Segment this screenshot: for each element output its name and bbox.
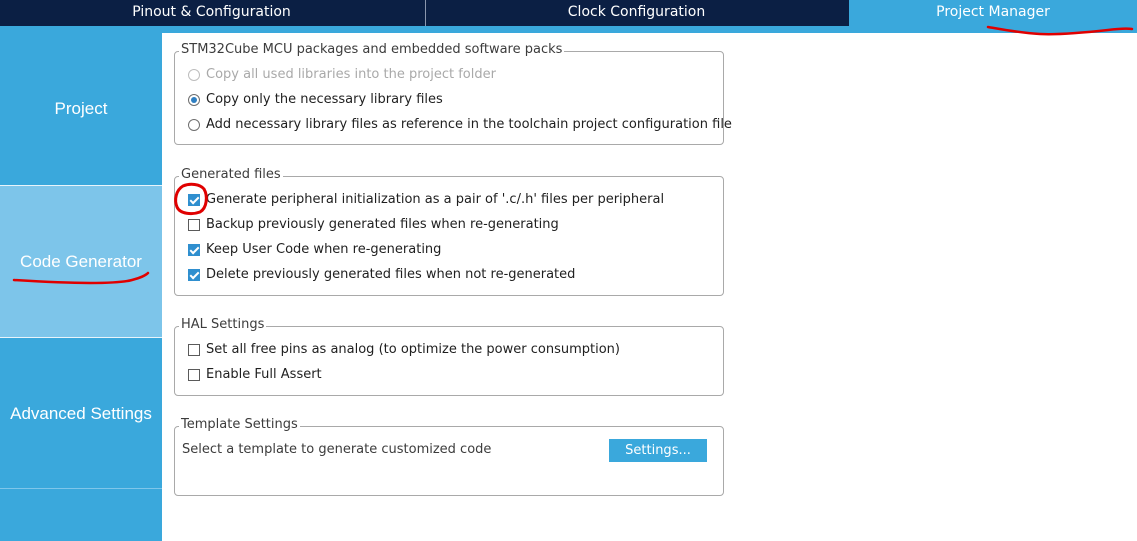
sidebar-item-label: Code Generator xyxy=(20,251,142,271)
sidebar-item-advanced-settings[interactable]: Advanced Settings xyxy=(0,339,162,489)
sidebar-item-project[interactable]: Project xyxy=(0,33,162,184)
tab-bar: Pinout & Configuration Clock Configurati… xyxy=(0,0,1137,26)
tab-project-manager[interactable]: Project Manager xyxy=(849,0,1137,26)
hal-settings-group-title: HAL Settings xyxy=(179,317,267,333)
radio-label: Copy only the necessary library files xyxy=(206,92,443,107)
radio-indicator[interactable] xyxy=(188,94,200,106)
tab-clock-configuration[interactable]: Clock Configuration xyxy=(425,0,847,26)
hal-settings-group: HAL Settings Set all free pins as analog… xyxy=(174,317,724,396)
copy-necessary-libraries-radio[interactable]: Copy only the necessary library files xyxy=(188,91,443,109)
packages-group-title: STM32Cube MCU packages and embedded soft… xyxy=(179,42,565,58)
checkbox-indicator[interactable] xyxy=(188,219,200,231)
template-settings-button[interactable]: Settings... xyxy=(609,439,707,462)
keep-user-code-checkbox[interactable]: Keep User Code when re-generating xyxy=(188,241,441,259)
sidebar: Project Code Generator Advanced Settings xyxy=(0,33,162,541)
checkbox-indicator[interactable] xyxy=(188,369,200,381)
checkbox-label: Keep User Code when re-generating xyxy=(206,242,442,257)
generate-peripheral-pair-checkbox[interactable]: Generate peripheral initialization as a … xyxy=(188,191,664,209)
sidebar-item-code-generator[interactable]: Code Generator xyxy=(0,185,162,338)
generated-files-group-title: Generated files xyxy=(179,167,283,183)
generated-files-group: Generated files Generate peripheral init… xyxy=(174,167,724,296)
checkbox-label: Delete previously generated files when n… xyxy=(206,267,576,282)
packages-group: STM32Cube MCU packages and embedded soft… xyxy=(174,42,732,145)
radio-label: Copy all used libraries into the project… xyxy=(206,67,496,82)
checkbox-indicator[interactable] xyxy=(188,244,200,256)
sidebar-item-label: Advanced Settings xyxy=(10,403,152,423)
tab-accent-strip xyxy=(0,26,1137,33)
checkbox-indicator[interactable] xyxy=(188,269,200,281)
radio-indicator[interactable] xyxy=(188,69,200,81)
radio-label: Add necessary library files as reference… xyxy=(206,117,732,132)
radio-indicator[interactable] xyxy=(188,119,200,131)
delete-generated-files-checkbox[interactable]: Delete previously generated files when n… xyxy=(188,266,575,284)
template-description: Select a template to generate customized… xyxy=(182,442,492,457)
sidebar-item-label: Project xyxy=(54,98,108,118)
checkbox-label: Enable Full Assert xyxy=(206,367,322,382)
checkbox-indicator[interactable] xyxy=(188,344,200,356)
checkbox-label: Set all free pins as analog (to optimize… xyxy=(206,342,620,357)
template-settings-group: Template Settings Select a template to g… xyxy=(174,417,724,496)
checkbox-label: Generate peripheral initialization as a … xyxy=(206,192,665,207)
add-library-reference-radio[interactable]: Add necessary library files as reference… xyxy=(188,116,732,134)
checkbox-label: Backup previously generated files when r… xyxy=(206,217,559,232)
template-settings-group-title: Template Settings xyxy=(179,417,300,433)
checkbox-indicator[interactable] xyxy=(188,194,200,206)
backup-generated-files-checkbox[interactable]: Backup previously generated files when r… xyxy=(188,216,559,234)
enable-full-assert-checkbox[interactable]: Enable Full Assert xyxy=(188,366,322,384)
free-pins-analog-checkbox[interactable]: Set all free pins as analog (to optimize… xyxy=(188,341,620,359)
copy-all-libraries-radio[interactable]: Copy all used libraries into the project… xyxy=(188,66,496,84)
tab-pinout-configuration[interactable]: Pinout & Configuration xyxy=(0,0,423,26)
